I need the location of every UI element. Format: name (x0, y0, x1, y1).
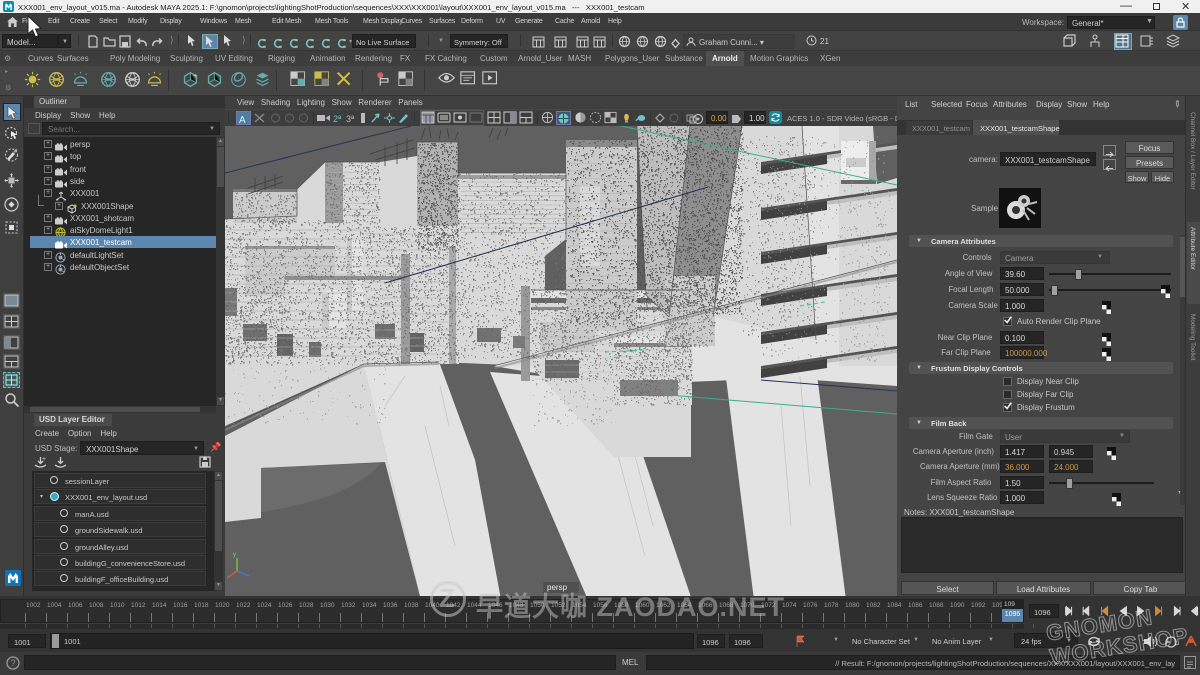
svg-text:A: A (239, 115, 246, 125)
svg-text:+: + (193, 71, 198, 80)
svg-text:3ª: 3ª (346, 114, 355, 124)
svg-text:?: ? (11, 658, 16, 668)
svg-text:2ª: 2ª (333, 114, 342, 124)
svg-text:+: + (42, 456, 46, 463)
svg-text:y: y (233, 552, 236, 558)
